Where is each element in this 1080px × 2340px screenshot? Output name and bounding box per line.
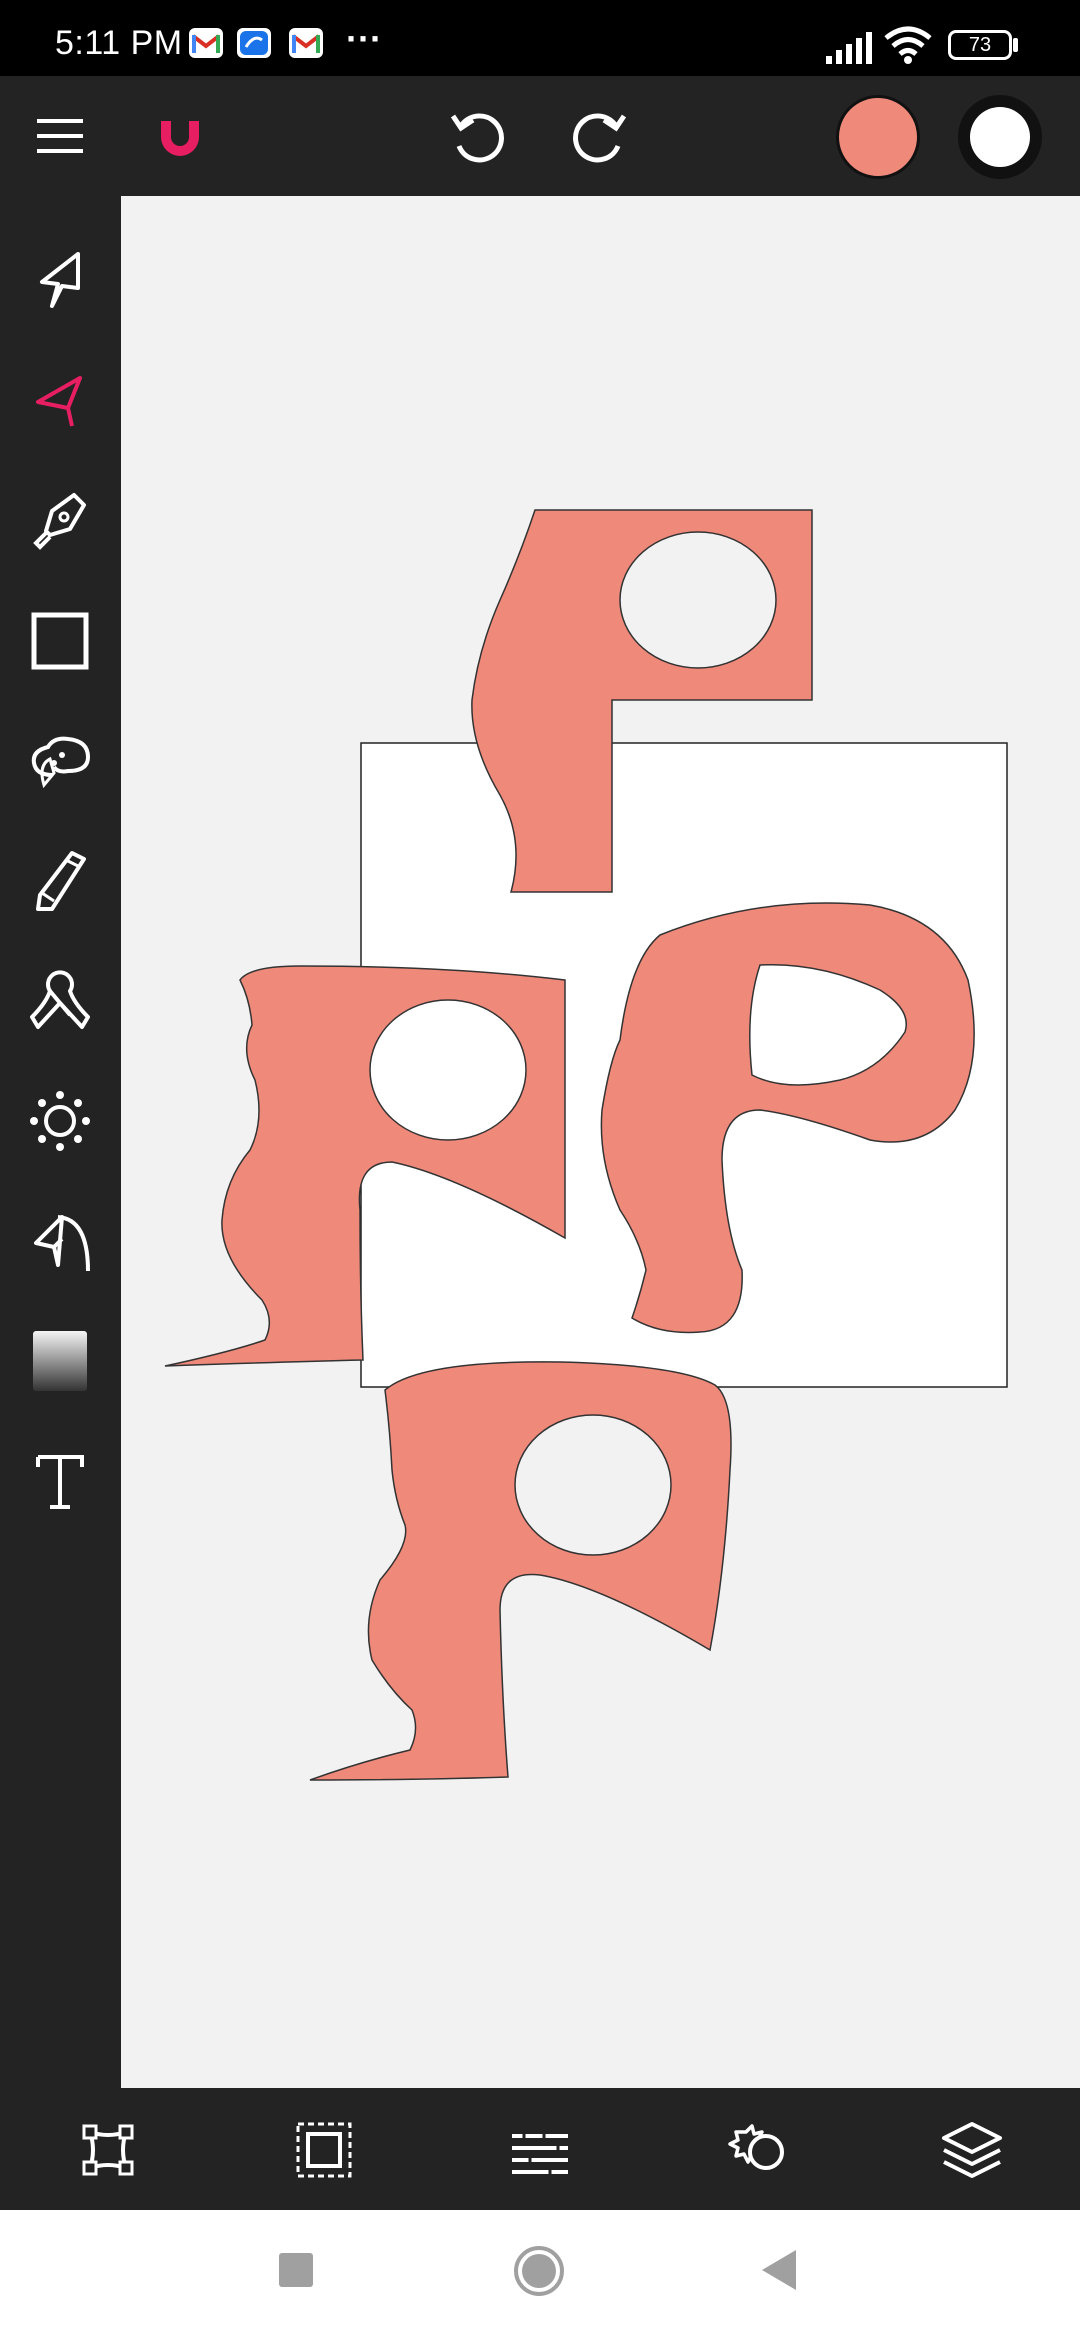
crop-select-icon <box>296 2122 352 2178</box>
more-notifications: ··· <box>346 18 382 59</box>
direct-select-tool[interactable] <box>20 360 100 440</box>
app-icon <box>237 28 271 58</box>
arrow-path-tool[interactable] <box>20 1201 100 1281</box>
wifi-icon <box>884 26 932 69</box>
crop-select-button[interactable] <box>284 2110 364 2190</box>
status-time: 5:11 PM <box>55 24 183 62</box>
gear-star-icon <box>30 1091 90 1151</box>
back-button[interactable] <box>762 2250 796 2290</box>
system-nav-bar <box>0 2210 1080 2340</box>
rectangle-icon <box>31 612 89 670</box>
pen-nib-icon <box>33 493 86 550</box>
stroke-color-swatch[interactable] <box>958 95 1042 179</box>
transform-button[interactable] <box>68 2110 148 2190</box>
gmail-icon <box>189 28 223 58</box>
battery-icon: 73 <box>948 30 1012 60</box>
lasso-shape-icon <box>31 736 91 789</box>
select-tool[interactable] <box>20 240 100 320</box>
fill-color-swatch[interactable] <box>836 95 920 179</box>
home-button[interactable] <box>514 2246 564 2296</box>
battery-level: 73 <box>968 33 992 56</box>
stroke-color-inner <box>970 107 1030 167</box>
gear-shape-tool[interactable] <box>20 1081 100 1161</box>
shape-flag-bottom <box>309 1361 732 1781</box>
shape-settings-button[interactable] <box>716 2110 796 2190</box>
undo-icon <box>450 113 504 163</box>
magnet-icon <box>161 115 199 156</box>
status-bar: 5:11 PM ··· 73 <box>0 0 1080 76</box>
gmail-icon <box>289 28 323 58</box>
redo-icon <box>573 113 627 163</box>
align-icon <box>512 2132 568 2176</box>
direct-select-icon <box>36 376 82 427</box>
signal-icon <box>826 32 874 69</box>
settings-shape-icon <box>728 2124 784 2170</box>
snap-magnet-button[interactable] <box>140 96 220 176</box>
undo-button[interactable] <box>437 96 517 176</box>
ribbon-tool[interactable] <box>20 961 100 1041</box>
text-icon <box>36 1455 84 1509</box>
menu-button[interactable] <box>20 96 100 176</box>
home-button-inner <box>522 2254 556 2288</box>
pencil-icon <box>36 851 86 911</box>
drawing-canvas[interactable] <box>121 196 1080 2088</box>
ribbon-icon <box>30 970 90 1029</box>
layers-button[interactable] <box>932 2110 1012 2190</box>
arrow-curve-icon <box>34 1215 90 1272</box>
cursor-icon <box>40 252 80 308</box>
redo-button[interactable] <box>560 96 640 176</box>
left-toolbar <box>0 196 121 2088</box>
battery-tip <box>1013 38 1018 52</box>
gradient-icon <box>33 1331 87 1391</box>
layers-icon <box>942 2122 1002 2178</box>
transform-icon <box>82 2124 134 2176</box>
gradient-tool[interactable] <box>20 1321 100 1401</box>
lasso-tool[interactable] <box>20 721 100 801</box>
recents-button[interactable] <box>279 2253 313 2287</box>
artwork <box>164 509 1008 1781</box>
text-tool[interactable] <box>20 1441 100 1521</box>
rectangle-tool[interactable] <box>20 601 100 681</box>
menu-icon <box>37 119 83 153</box>
pen-tool[interactable] <box>20 481 100 561</box>
top-toolbar <box>0 76 1080 196</box>
pencil-tool[interactable] <box>20 841 100 921</box>
align-button[interactable] <box>500 2110 580 2190</box>
